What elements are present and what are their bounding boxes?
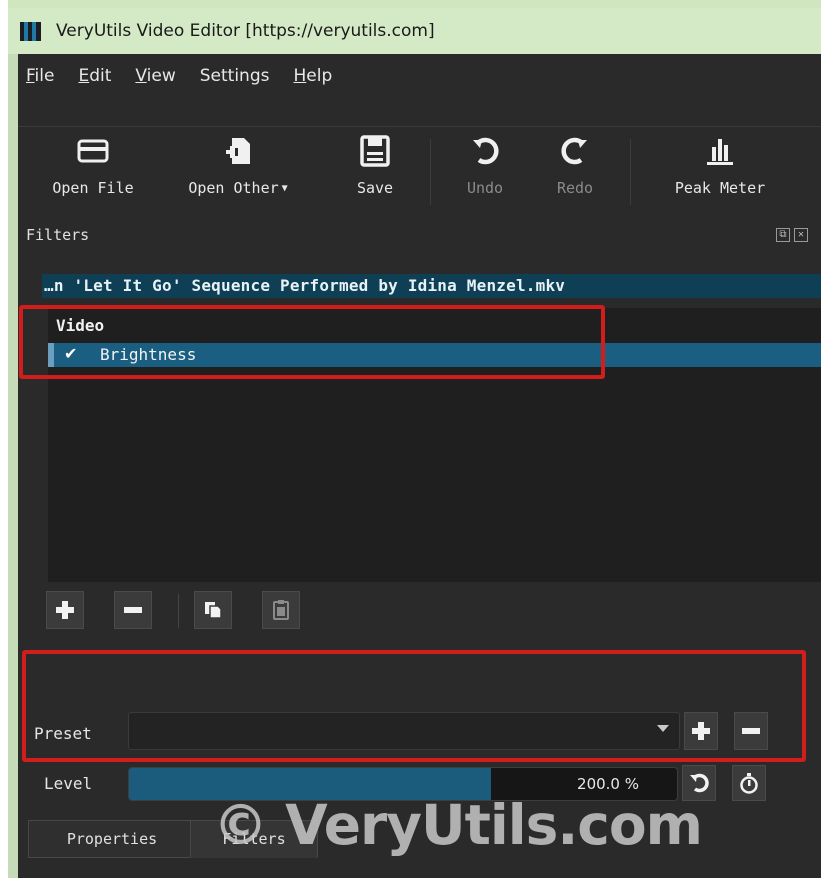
menu-help[interactable]: Help	[293, 66, 332, 86]
menu-view[interactable]: View	[135, 66, 175, 86]
open-file-button[interactable]: Open File	[38, 127, 148, 217]
keyframe-level-button[interactable]	[732, 765, 766, 801]
title-bar: VeryUtils Video Editor [https://veryutil…	[8, 8, 821, 54]
minus-icon	[124, 607, 142, 613]
folder-icon	[76, 127, 110, 175]
chevron-down-icon: ▼	[281, 183, 288, 194]
copy-icon	[205, 602, 222, 619]
redo-icon	[560, 127, 590, 175]
tab-properties[interactable]: Properties	[28, 820, 196, 858]
level-label: Level	[44, 774, 93, 793]
toolbar-separator	[430, 139, 431, 205]
menu-bar: File Edit View Settings Help	[18, 59, 356, 93]
level-value: 200.0 %	[577, 775, 639, 793]
highlight-properties-box	[22, 650, 806, 762]
menu-edit[interactable]: Edit	[78, 66, 111, 86]
clip-name: …n 'Let It Go' Sequence Performed by Idi…	[44, 276, 566, 295]
stopwatch-icon	[740, 773, 758, 794]
paste-filter-button[interactable]	[262, 591, 300, 629]
redo-button[interactable]: Redo	[540, 127, 610, 217]
dock-float-icon[interactable]: ⧉	[776, 228, 790, 242]
toolbar-separator	[630, 139, 631, 205]
open-other-button[interactable]: Open Other ▼	[168, 127, 308, 217]
undo-button[interactable]: Undo	[450, 127, 520, 217]
open-other-icon	[224, 127, 252, 175]
peak-meter-icon	[707, 127, 733, 175]
main-toolbar: Open File Open Other ▼ Save Undo Redo Pe…	[18, 126, 821, 216]
menu-settings[interactable]: Settings	[200, 66, 270, 86]
plus-icon	[56, 601, 74, 619]
clipboard-icon	[273, 600, 289, 620]
window-edge	[8, 54, 18, 878]
dock-close-icon[interactable]: ✕	[794, 228, 808, 242]
dock-title: Filters	[26, 226, 90, 244]
watermark: © VeryUtils.com	[213, 793, 703, 857]
remove-filter-button[interactable]	[114, 591, 152, 629]
save-button[interactable]: Save	[340, 127, 410, 217]
window-title: VeryUtils Video Editor [https://veryutil…	[56, 21, 435, 41]
reset-icon	[690, 773, 709, 793]
add-filter-button[interactable]	[46, 591, 84, 629]
copy-filter-button[interactable]	[194, 591, 232, 629]
app-window: VeryUtils Video Editor [https://veryutil…	[8, 0, 821, 878]
clip-name-bar: …n 'Let It Go' Sequence Performed by Idi…	[42, 274, 821, 298]
app-logo-icon	[20, 22, 41, 41]
undo-icon	[470, 127, 500, 175]
peak-meter-button[interactable]: Peak Meter	[650, 127, 790, 217]
save-icon	[360, 127, 390, 175]
menu-file[interactable]: File	[26, 66, 54, 86]
button-separator	[178, 594, 179, 628]
highlight-filter-box	[19, 305, 605, 379]
